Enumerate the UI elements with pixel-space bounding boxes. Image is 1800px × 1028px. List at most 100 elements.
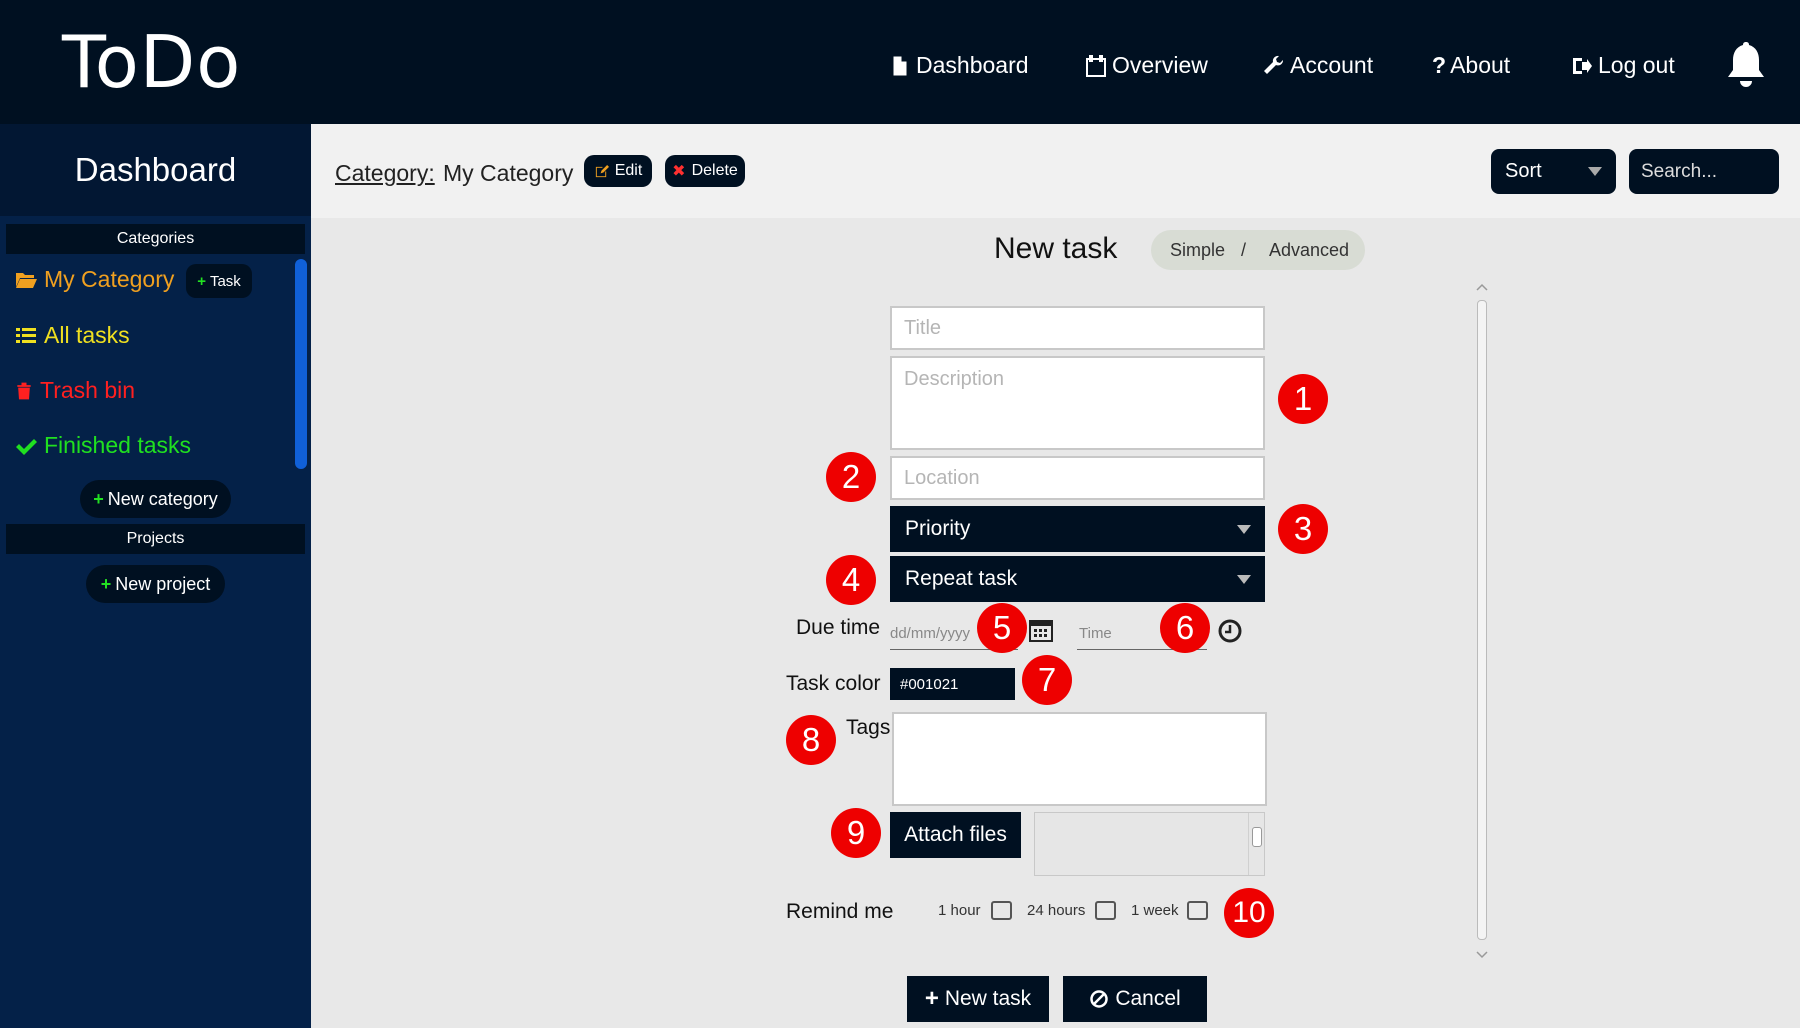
ban-icon xyxy=(1090,990,1109,1008)
new-task-label: New task xyxy=(944,987,1032,1010)
trash-icon xyxy=(17,382,31,399)
nav-overview-label: Overview xyxy=(1112,52,1208,78)
cancel-button[interactable]: Cancel xyxy=(1063,976,1207,1022)
chevron-down-icon xyxy=(1237,575,1251,584)
scroll-down-icon[interactable] xyxy=(1474,948,1490,960)
task-color-value: #001021 xyxy=(900,675,959,693)
scroll-track[interactable] xyxy=(1477,300,1487,940)
new-project-label: New project xyxy=(115,573,211,594)
annotation-badge-5: 5 xyxy=(977,603,1027,653)
plus-icon: + xyxy=(100,573,112,594)
plus-icon: + xyxy=(924,985,939,1012)
new-category-button[interactable]: + New category xyxy=(80,480,231,518)
cancel-label: Cancel xyxy=(1115,987,1181,1010)
annotation-badge-6: 6 xyxy=(1160,603,1210,653)
new-project-button[interactable]: + New project xyxy=(86,565,225,603)
delete-label: Delete xyxy=(691,162,738,179)
sort-select[interactable]: Sort xyxy=(1491,149,1616,194)
sidebar-item-my-category[interactable]: My Category xyxy=(14,266,174,293)
nav-account-label: Account xyxy=(1290,52,1374,78)
sidebar-title: Dashboard xyxy=(0,124,311,216)
mode-advanced[interactable]: Advanced xyxy=(1269,240,1349,261)
files-scrollbar[interactable] xyxy=(1248,813,1264,875)
document-icon xyxy=(892,55,908,76)
remind-1h-checkbox[interactable] xyxy=(991,901,1012,920)
annotation-badge-1: 1 xyxy=(1278,374,1328,424)
add-task-label: Task xyxy=(209,272,241,290)
plus-icon: + xyxy=(93,488,104,509)
tags-input[interactable] xyxy=(892,712,1267,806)
annotation-badge-9: 9 xyxy=(831,808,881,858)
nav-dashboard[interactable]: Dashboard xyxy=(888,52,1029,79)
trash-bin-label: Trash bin xyxy=(40,377,136,403)
location-input[interactable] xyxy=(890,456,1265,500)
category-name: My Category xyxy=(443,160,574,186)
title-input[interactable] xyxy=(890,306,1265,350)
search-input[interactable] xyxy=(1629,149,1779,194)
wrench-icon xyxy=(1264,55,1284,74)
edit-label: Edit xyxy=(614,162,643,179)
task-color-label: Task color xyxy=(786,672,881,695)
form-title: New task xyxy=(994,232,1118,265)
task-color-input[interactable]: #001021 xyxy=(890,668,1015,700)
add-task-button[interactable]: + Task xyxy=(186,264,252,298)
chevron-down-icon xyxy=(1588,167,1602,176)
tags-label: Tags xyxy=(846,716,891,739)
mode-toggle: Simple / Advanced xyxy=(1151,230,1365,270)
remind-24h-label: 24 hours xyxy=(1027,902,1086,919)
form-scrollbar[interactable] xyxy=(1474,282,1490,962)
sidebar-scrollbar[interactable] xyxy=(295,259,307,469)
calendar-icon xyxy=(1086,54,1106,77)
chevron-down-icon xyxy=(1237,525,1251,534)
sidebar-item-finished-tasks[interactable]: Finished tasks xyxy=(14,432,191,459)
annotation-badge-2: 2 xyxy=(826,452,876,502)
sidebar: Dashboard Categories My Category + Task … xyxy=(0,124,311,1028)
repeat-label: Repeat task xyxy=(905,567,1018,590)
nav-logout[interactable]: Log out xyxy=(1570,52,1675,79)
sidebar-item-trash-bin[interactable]: Trash bin xyxy=(14,377,135,404)
category-bar: Category: My Category Edit ✖ Delete Sort xyxy=(311,124,1800,218)
new-category-label: New category xyxy=(107,488,218,509)
check-icon xyxy=(16,438,37,455)
finished-tasks-label: Finished tasks xyxy=(44,432,192,458)
mode-separator: / xyxy=(1241,239,1247,260)
repeat-select[interactable]: Repeat task xyxy=(890,556,1265,602)
attached-files-list[interactable] xyxy=(1034,812,1265,876)
sidebar-item-all-tasks[interactable]: All tasks xyxy=(14,322,130,349)
question-icon: ? xyxy=(1432,52,1447,78)
nav-logout-label: Log out xyxy=(1598,52,1675,78)
plus-icon: + xyxy=(197,272,206,290)
folder-open-icon xyxy=(16,272,37,288)
clock-icon[interactable] xyxy=(1217,618,1243,644)
nav-dashboard-label: Dashboard xyxy=(916,52,1029,78)
nav-account[interactable]: Account xyxy=(1262,52,1373,79)
new-task-button[interactable]: + New task xyxy=(907,976,1049,1022)
priority-select[interactable]: Priority xyxy=(890,506,1265,552)
logout-icon xyxy=(1573,57,1592,74)
nav-about-label: About xyxy=(1450,52,1511,78)
remind-24h-checkbox[interactable] xyxy=(1095,901,1116,920)
annotation-badge-10: 10 xyxy=(1224,888,1274,938)
nav-overview[interactable]: Overview xyxy=(1084,52,1208,79)
calendar-icon[interactable] xyxy=(1028,617,1054,643)
sort-label: Sort xyxy=(1505,160,1542,182)
bell-icon[interactable] xyxy=(1722,40,1770,90)
app-logo[interactable]: ToDo xyxy=(62,20,241,104)
mode-simple[interactable]: Simple xyxy=(1170,240,1225,261)
categories-header: Categories xyxy=(6,224,305,254)
x-icon: ✖ xyxy=(672,163,686,180)
remind-1h-label: 1 hour xyxy=(938,902,981,919)
all-tasks-label: All tasks xyxy=(44,322,130,348)
edit-category-button[interactable]: Edit xyxy=(584,155,652,187)
top-navbar: ToDo Dashboard Overview Account ? About … xyxy=(0,0,1800,124)
annotation-badge-3: 3 xyxy=(1278,504,1328,554)
nav-about[interactable]: ? About xyxy=(1432,52,1510,79)
remind-1w-checkbox[interactable] xyxy=(1187,901,1208,920)
remind-me-label: Remind me xyxy=(786,900,894,923)
attach-files-button[interactable]: Attach files xyxy=(890,812,1021,858)
due-time-label: Due time xyxy=(796,616,881,639)
attach-files-label: Attach files xyxy=(904,823,1007,846)
scroll-up-icon[interactable] xyxy=(1474,282,1490,294)
description-input[interactable] xyxy=(890,356,1265,450)
delete-category-button[interactable]: ✖ Delete xyxy=(665,155,745,187)
